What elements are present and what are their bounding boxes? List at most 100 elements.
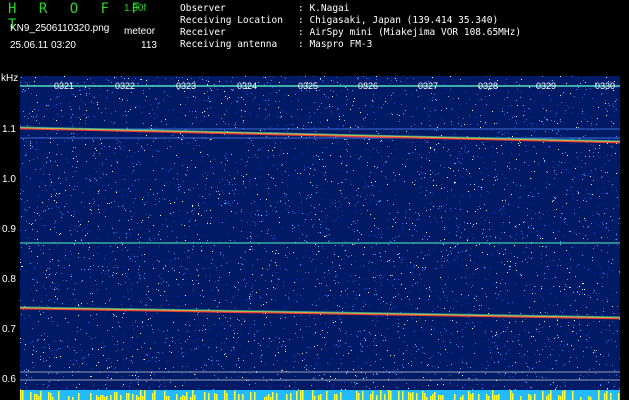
- noise-dot: [353, 221, 354, 222]
- noise-dot: [559, 161, 560, 162]
- noise-dot: [319, 298, 320, 299]
- noise-dot: [315, 214, 316, 215]
- noise-dot: [193, 214, 194, 215]
- noise-dot: [74, 289, 75, 290]
- noise-dot: [281, 150, 282, 151]
- noise-dot: [51, 208, 52, 209]
- noise-dot: [369, 288, 370, 289]
- noise-dot: [187, 97, 188, 98]
- noise-dot: [325, 172, 326, 173]
- noise-dot: [264, 324, 265, 325]
- noise-dot: [104, 120, 105, 121]
- noise-dot: [300, 182, 301, 183]
- noise-dot: [541, 252, 542, 253]
- noise-dot: [608, 230, 609, 231]
- noise-dot: [558, 337, 559, 338]
- noise-dot: [84, 357, 85, 358]
- noise-dot: [553, 210, 554, 211]
- noise-dot: [569, 361, 570, 362]
- noise-dot: [357, 220, 358, 221]
- noise-dot: [577, 292, 578, 293]
- noise-dot: [54, 302, 55, 303]
- noise-dot: [530, 211, 531, 212]
- noise-dot: [458, 123, 459, 124]
- noise-dot: [150, 318, 151, 319]
- noise-dot: [561, 213, 562, 214]
- noise-dot: [111, 366, 112, 367]
- noise-dot: [213, 300, 214, 301]
- noise-dot: [501, 354, 502, 355]
- noise-dot: [193, 246, 194, 247]
- noise-dot: [125, 210, 126, 211]
- noise-dot: [76, 352, 77, 353]
- noise-dot: [49, 174, 50, 175]
- noise-dot: [249, 181, 250, 182]
- noise-dot: [297, 127, 298, 128]
- noise-dot: [224, 184, 225, 185]
- noise-dot: [586, 89, 587, 90]
- noise-dot: [254, 249, 255, 250]
- noise-dot: [538, 164, 539, 165]
- noise-dot: [446, 227, 447, 228]
- noise-dot: [528, 108, 529, 109]
- noise-dot: [455, 175, 456, 176]
- noise-dot: [546, 262, 547, 263]
- noise-dot: [310, 347, 311, 348]
- noise-dot: [450, 382, 451, 383]
- noise-dot: [553, 161, 554, 162]
- noise-dot: [413, 279, 414, 280]
- noise-dot: [401, 273, 402, 274]
- noise-dot: [440, 362, 441, 363]
- noise-dot: [335, 283, 336, 284]
- noise-dot: [176, 241, 177, 242]
- noise-dot: [64, 267, 65, 268]
- noise-dot: [24, 116, 25, 117]
- noise-dot: [531, 204, 532, 205]
- noise-dot: [604, 221, 605, 222]
- noise-dot: [435, 268, 436, 269]
- noise-dot: [287, 185, 288, 186]
- noise-dot: [551, 120, 552, 121]
- noise-dot: [395, 217, 396, 218]
- noise-dot: [480, 121, 481, 122]
- noise-dot: [433, 185, 434, 186]
- noise-dot: [178, 284, 179, 285]
- noise-dot: [32, 147, 33, 148]
- noise-dot: [570, 258, 571, 259]
- noise-dot: [58, 265, 59, 266]
- noise-dot: [105, 303, 106, 304]
- noise-dot: [225, 317, 226, 318]
- noise-dot: [140, 237, 141, 238]
- noise-dot: [181, 266, 182, 267]
- noise-dot: [276, 92, 277, 93]
- noise-dot: [227, 321, 228, 322]
- noise-dot: [193, 289, 194, 290]
- noise-dot: [412, 235, 413, 236]
- noise-dot: [50, 229, 51, 230]
- noise-dot: [365, 340, 366, 341]
- noise-dot: [189, 181, 190, 182]
- noise-dot: [522, 233, 523, 234]
- noise-dot: [498, 132, 499, 133]
- noise-dot: [37, 263, 38, 264]
- noise-dot: [387, 113, 388, 114]
- noise-dot: [194, 91, 195, 92]
- noise-dot: [48, 385, 49, 386]
- noise-dot: [154, 238, 155, 239]
- noise-dot: [163, 268, 164, 269]
- noise-dot: [50, 142, 51, 143]
- noise-dot: [274, 235, 275, 236]
- noise-dot: [370, 334, 371, 335]
- noise-dot: [277, 374, 278, 375]
- noise-dot: [389, 205, 390, 206]
- noise-dot: [564, 345, 565, 346]
- noise-dot: [146, 294, 147, 295]
- noise-dot: [597, 118, 598, 119]
- noise-dot: [475, 295, 476, 296]
- noise-dot: [59, 193, 60, 194]
- noise-dot: [173, 367, 174, 368]
- noise-dot: [231, 211, 232, 212]
- noise-dot: [77, 327, 78, 328]
- noise-dot: [410, 209, 411, 210]
- noise-dot: [26, 210, 27, 211]
